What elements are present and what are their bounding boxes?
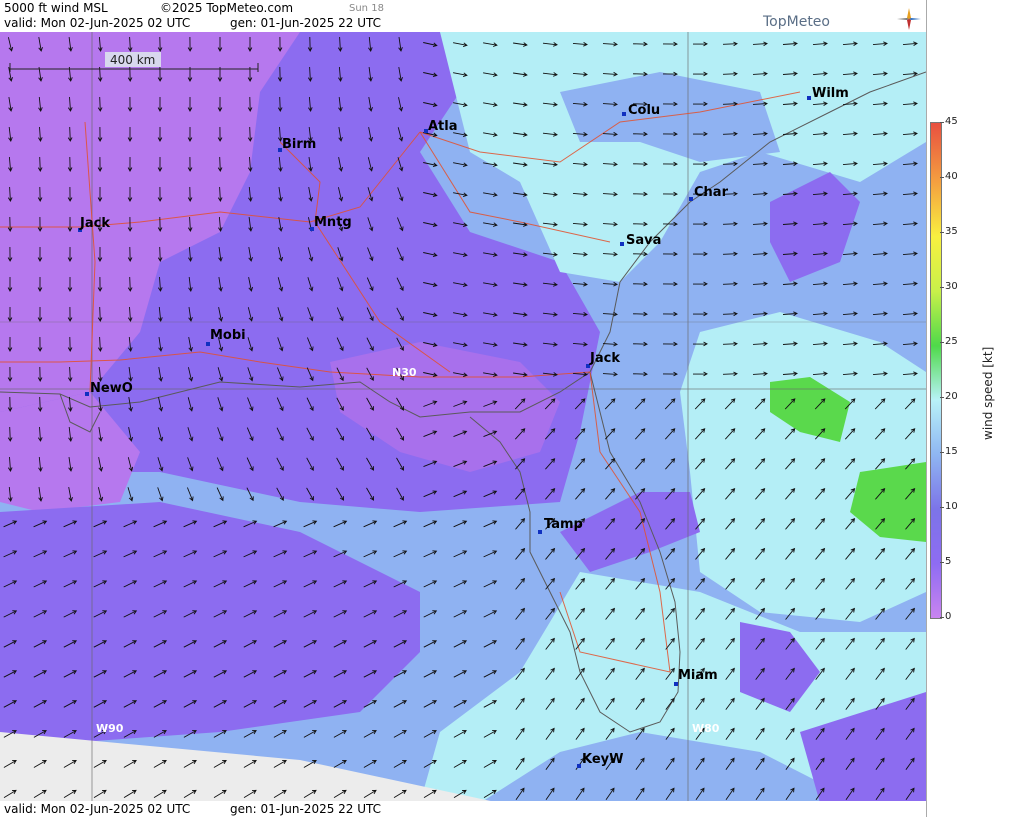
legend-tick: 25 bbox=[945, 336, 958, 347]
map-footer: valid: Mon 02-Jun-2025 02 UTC gen: 01-Ju… bbox=[0, 801, 926, 817]
legend-tick: 15 bbox=[945, 446, 958, 457]
legend-tick: 5 bbox=[945, 556, 952, 567]
footer-valid-time: valid: Mon 02-Jun-2025 02 UTC bbox=[4, 802, 191, 816]
city-label: Char bbox=[694, 185, 729, 200]
scale-label: 400 km bbox=[110, 53, 155, 67]
map-header: 5000 ft wind MSL ©2025 TopMeteo.com Sun … bbox=[0, 0, 926, 32]
city-label: KeyW bbox=[582, 752, 623, 767]
legend-tick: 40 bbox=[945, 171, 958, 182]
legend-tick: 30 bbox=[945, 281, 958, 292]
topmeteo-logo: TopMeteo bbox=[763, 14, 830, 30]
city-label: Birm bbox=[282, 137, 316, 152]
footer-generated-time: gen: 01-Jun-2025 22 UTC bbox=[230, 802, 382, 816]
city-label: Atla bbox=[428, 119, 458, 134]
city-label: Mntg bbox=[314, 215, 352, 230]
legend-tick: 0 bbox=[945, 611, 952, 622]
city-label: Jack bbox=[79, 216, 110, 231]
lon-label-w90: W90 bbox=[96, 722, 124, 735]
legend-tick: 10 bbox=[945, 501, 958, 512]
lon-label-w80: W80 bbox=[692, 722, 720, 735]
city-label: Wilm bbox=[812, 86, 849, 101]
legend-tick: 35 bbox=[945, 226, 958, 237]
legend-title: wind speed [kt] bbox=[981, 346, 995, 440]
city-label: Sava bbox=[626, 233, 661, 248]
wind-speed-field bbox=[0, 32, 926, 803]
product-title: 5000 ft wind MSL bbox=[4, 1, 108, 15]
copyright: ©2025 TopMeteo.com bbox=[160, 1, 294, 15]
city-label: Colu bbox=[628, 103, 660, 118]
city-label: Miam bbox=[678, 668, 718, 683]
wind-map-canvas: 400 km N30 W90 W80 Colu Wilm Birm Atla C… bbox=[0, 32, 926, 803]
valid-time: valid: Mon 02-Jun-2025 02 UTC bbox=[4, 16, 191, 30]
city-label: NewO bbox=[90, 381, 133, 396]
legend-tick: 45 bbox=[945, 116, 958, 127]
generated-time: gen: 01-Jun-2025 22 UTC bbox=[230, 16, 382, 30]
compass-logo-icon bbox=[897, 8, 921, 33]
legend-tick: 20 bbox=[945, 391, 958, 402]
wind-speed-legend: 45 40 35 30 25 20 15 10 5 0 wind speed [… bbox=[926, 0, 1017, 817]
lat-label-n30: N30 bbox=[392, 366, 417, 379]
city-label: Jack bbox=[589, 351, 620, 366]
day-label: Sun 18 bbox=[349, 3, 384, 14]
wind-map[interactable]: 400 km N30 W90 W80 Colu Wilm Birm Atla C… bbox=[0, 32, 926, 803]
city-label: Tamp bbox=[544, 517, 583, 532]
city-label: Mobi bbox=[210, 328, 246, 343]
color-scale-bar bbox=[930, 122, 942, 619]
